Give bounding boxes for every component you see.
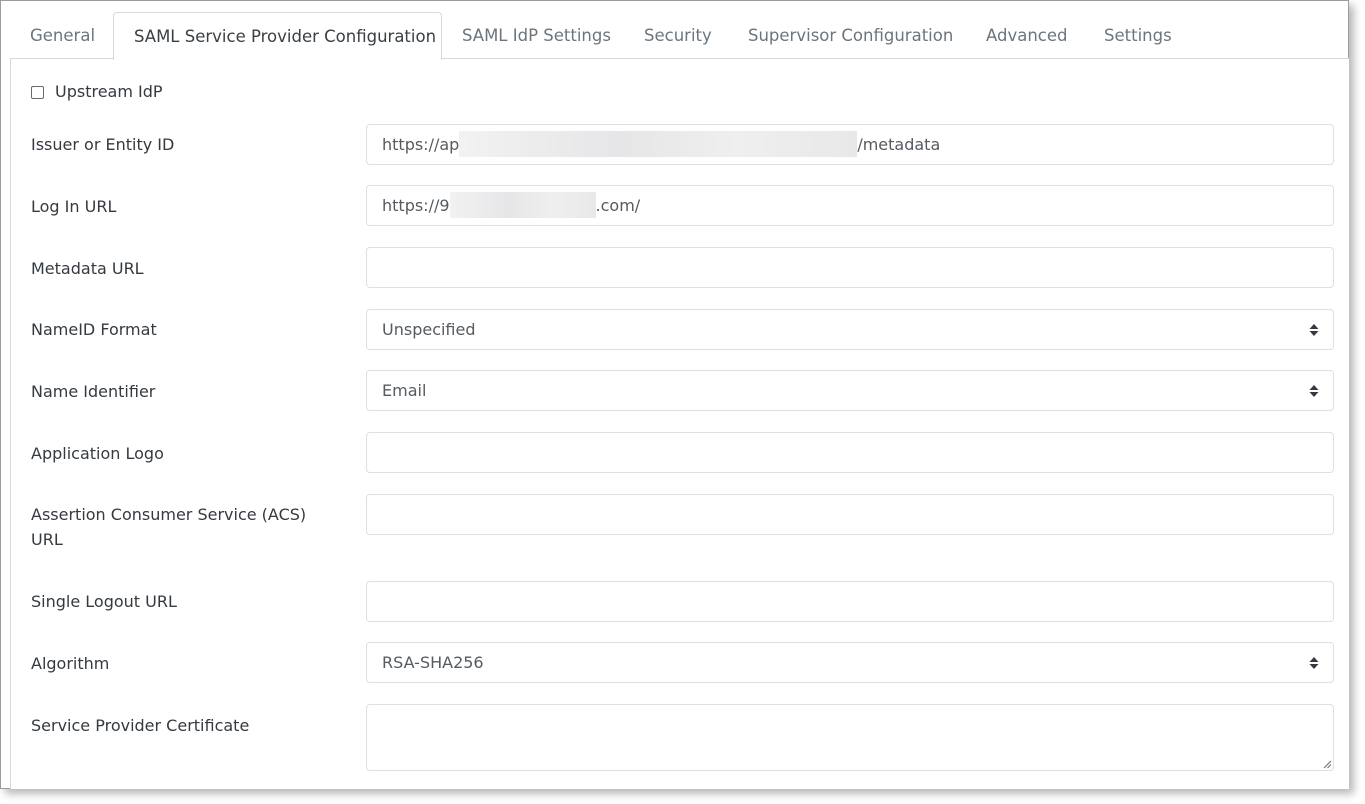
upstream-idp-label[interactable]: Upstream IdP	[55, 80, 163, 104]
name-identifier-value: Email	[382, 381, 427, 400]
single-logout-url-label: Single Logout URL	[31, 592, 177, 611]
login-url-input[interactable]: https://9 .com/	[366, 185, 1334, 226]
single-logout-url-input[interactable]	[366, 581, 1334, 622]
up-down-caret-icon	[1309, 385, 1319, 397]
tab-settings[interactable]: Settings	[1084, 12, 1192, 58]
sp-certificate-textarea[interactable]	[366, 704, 1334, 771]
nameid-format-label: NameID Format	[31, 320, 157, 339]
algorithm-select[interactable]: RSA-SHA256	[366, 642, 1334, 683]
resize-grip-icon[interactable]	[1322, 759, 1332, 769]
acs-url-label: Assertion Consumer Service (ACS) URL	[31, 502, 306, 552]
issuer-label: Issuer or Entity ID	[31, 135, 175, 154]
upstream-idp-checkbox[interactable]	[31, 86, 44, 99]
up-down-caret-icon	[1309, 324, 1319, 336]
tab-advanced[interactable]: Advanced	[966, 12, 1088, 58]
issuer-value-prefix: https://ap	[382, 135, 460, 154]
application-logo-input[interactable]	[366, 432, 1334, 473]
settings-window: General SAML Service Provider Configurat…	[0, 0, 1349, 789]
metadata-url-input[interactable]	[366, 247, 1334, 288]
tab-saml-idp-settings[interactable]: SAML IdP Settings	[442, 12, 631, 58]
acs-url-input[interactable]	[366, 494, 1334, 535]
algorithm-label: Algorithm	[31, 654, 110, 673]
tab-general[interactable]: General	[10, 12, 115, 58]
login-url-value-prefix: https://9	[382, 196, 450, 215]
application-logo-label: Application Logo	[31, 444, 164, 463]
name-identifier-select[interactable]: Email	[366, 370, 1334, 411]
issuer-value-suffix: /metadata	[857, 135, 941, 154]
nameid-format-value: Unspecified	[382, 320, 476, 339]
redacted-region	[459, 130, 858, 157]
tab-security[interactable]: Security	[624, 12, 732, 58]
issuer-input[interactable]: https://ap/metadata	[366, 124, 1334, 165]
tab-supervisor-configuration[interactable]: Supervisor Configuration	[728, 12, 973, 58]
algorithm-value: RSA-SHA256	[382, 653, 484, 672]
acs-url-label-line2: URL	[31, 530, 63, 549]
up-down-caret-icon	[1309, 657, 1319, 669]
nameid-format-select[interactable]: Unspecified	[366, 309, 1334, 350]
login-url-label: Log In URL	[31, 197, 117, 216]
metadata-url-label: Metadata URL	[31, 259, 144, 278]
sp-certificate-label: Service Provider Certificate	[31, 716, 250, 735]
acs-url-label-line1: Assertion Consumer Service (ACS)	[31, 505, 307, 524]
redacted-region	[449, 191, 596, 218]
tab-bar: General SAML Service Provider Configurat…	[10, 12, 1348, 60]
name-identifier-label: Name Identifier	[31, 382, 156, 401]
login-url-value-suffix: .com/	[595, 196, 641, 215]
tab-panel-saml-sp-config: Upstream IdP Issuer or Entity ID https:/…	[10, 58, 1349, 789]
tab-saml-service-provider-configuration[interactable]: SAML Service Provider Configuration	[113, 12, 442, 60]
